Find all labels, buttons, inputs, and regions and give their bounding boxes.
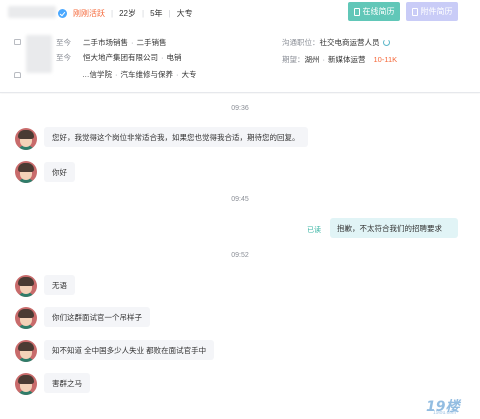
message-bubble: 知不知道 全中国多少人失业 都败在面试官手中 <box>44 340 215 360</box>
message-bubble: 你们这群面试官一个吊样子 <box>44 307 150 327</box>
timestamp: 09:52 <box>231 252 249 259</box>
blurred-name <box>8 6 56 18</box>
message-bubble: 你好 <box>44 162 75 182</box>
my-message-bubble: 抱歉，不太符合我们的招聘要求 <box>330 218 458 238</box>
attachment-resume-button[interactable]: 附件简历 <box>406 2 458 21</box>
switch-icon[interactable] <box>382 38 390 46</box>
candidate-avatar[interactable] <box>15 340 37 362</box>
timestamp: 09:45 <box>231 196 249 203</box>
site-watermark-url: 19lou.com <box>433 410 457 416</box>
candidate-avatar[interactable] <box>15 275 37 297</box>
online-resume-button[interactable]: 在线简历 <box>348 2 400 21</box>
work-experience-1: 至今 二手市场销售 · 二手销售 <box>56 37 167 47</box>
experience-years: 5年 <box>150 8 163 18</box>
education-history: …信学院 · 汽车维修与保养 · 大专 <box>82 69 197 79</box>
blurred-dates <box>26 35 52 73</box>
attachment-icon <box>411 7 418 16</box>
graduation-cap-icon <box>14 72 21 78</box>
education: 大专 <box>176 8 193 18</box>
message-bubble: 无语 <box>44 275 75 295</box>
message-bubble: 您好，我觉得这个岗位非常适合我，如果您也觉得我合适，期待您的回复。 <box>44 127 308 147</box>
candidate-summary: 刚刚活跃 | 22岁 | 5年 | 大专 <box>58 6 193 20</box>
candidate-avatar[interactable] <box>15 161 37 183</box>
job-expectation: 期望： 湖州 · 新媒体运营 10-11K <box>282 54 398 64</box>
document-icon <box>353 7 360 16</box>
candidate-avatar[interactable] <box>15 307 37 329</box>
age: 22岁 <box>119 8 136 18</box>
work-experience-2: 至今 恒大地产集团有限公司 · 电销 <box>56 52 182 62</box>
timestamp: 09:36 <box>231 105 249 112</box>
candidate-avatar[interactable] <box>15 373 37 395</box>
active-status: 刚刚活跃 <box>73 8 105 18</box>
briefcase-icon <box>14 39 21 45</box>
chat-panel[interactable]: 09:36 您好，我觉得这个岗位非常适合我，如果您也觉得我合适，期待您的回复。 … <box>0 94 480 419</box>
candidate-avatar[interactable] <box>15 128 37 150</box>
read-status: 已读 <box>307 227 321 234</box>
verified-icon <box>58 8 67 18</box>
candidate-header: 刚刚活跃 | 22岁 | 5年 | 大专 在线简历 附件简历 至今 二手市场销售… <box>0 0 480 93</box>
contact-position: 沟通职位： 社交电商运营人员 <box>282 36 390 48</box>
message-bubble: 害群之马 <box>44 373 90 393</box>
